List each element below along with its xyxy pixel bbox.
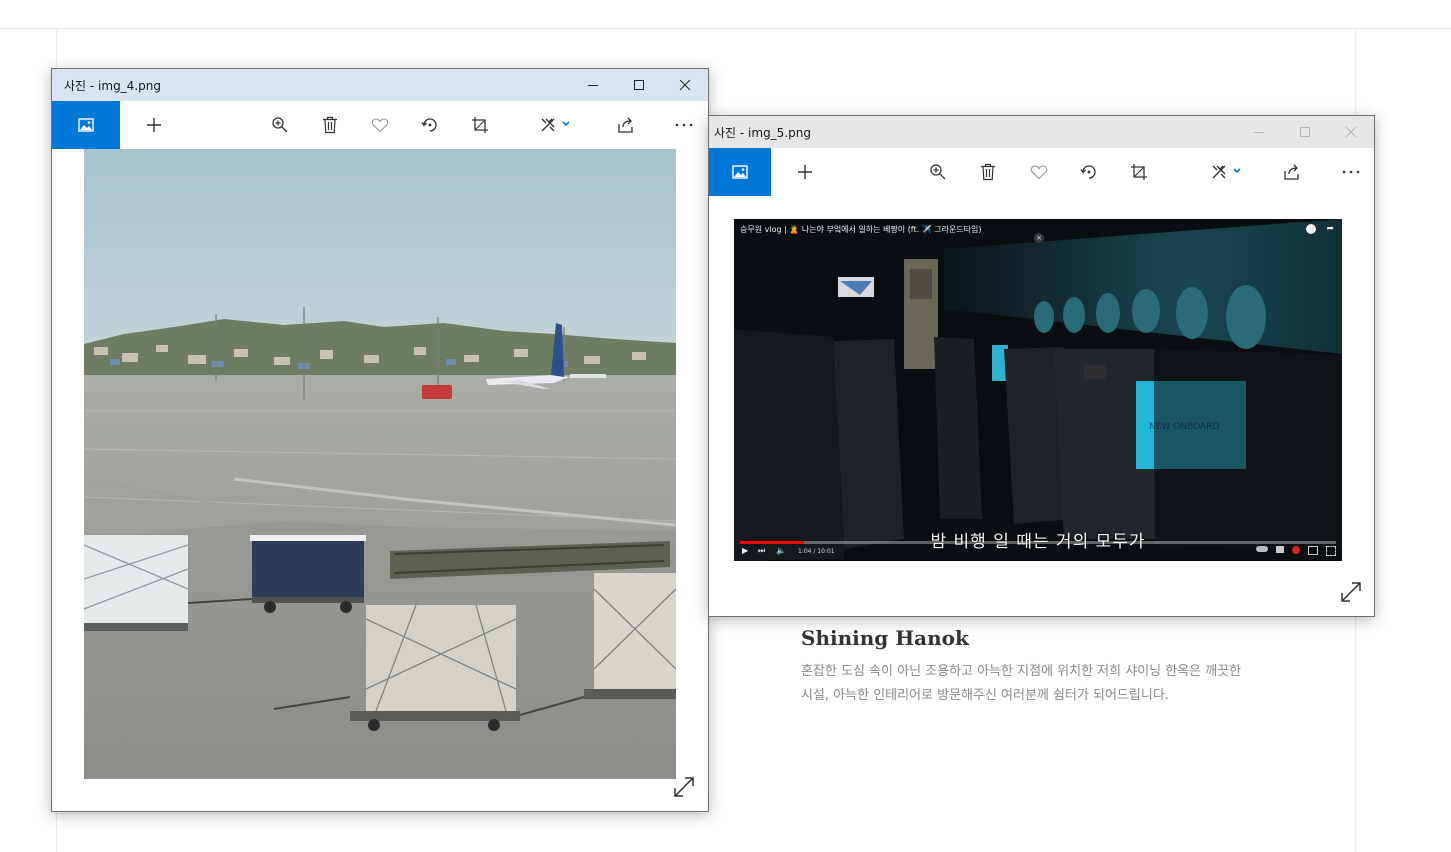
rotate-icon bbox=[421, 118, 437, 132]
delete-button[interactable] bbox=[968, 148, 1008, 196]
delete-button[interactable] bbox=[310, 101, 350, 149]
photos-home-button[interactable] bbox=[709, 148, 771, 196]
video-controls-right bbox=[1256, 546, 1336, 556]
settings-icon[interactable] bbox=[1292, 546, 1300, 554]
photos-toolbar bbox=[709, 148, 1374, 196]
rotate-icon bbox=[1080, 165, 1096, 179]
page-header-divider bbox=[0, 28, 1451, 29]
share-button[interactable] bbox=[1272, 148, 1312, 196]
maximize-button[interactable] bbox=[616, 69, 662, 101]
watch-later-icon[interactable] bbox=[1306, 224, 1316, 234]
more-icon bbox=[1342, 170, 1360, 174]
photos-window-img4[interactable]: 사진 - img_4.png bbox=[51, 68, 709, 812]
video-progress-bar[interactable] bbox=[740, 541, 1336, 544]
photos-home-button[interactable] bbox=[52, 101, 120, 149]
crop-icon bbox=[472, 117, 488, 133]
crop-button[interactable] bbox=[460, 101, 500, 149]
airport-photo bbox=[84, 149, 676, 779]
next-icon[interactable]: ⏭ bbox=[758, 546, 765, 556]
fullscreen-icon[interactable] bbox=[1326, 546, 1336, 556]
add-button[interactable] bbox=[785, 148, 825, 196]
close-icon bbox=[1345, 126, 1357, 138]
play-icon[interactable]: ▶ bbox=[742, 546, 748, 555]
more-button[interactable] bbox=[664, 101, 704, 149]
autoplay-toggle-icon[interactable] bbox=[1256, 546, 1268, 552]
video-title: 승무원 vlog | 🙎 나는야 부엌에서 일하는 베짱이 (ft. ✈️ 그라… bbox=[740, 225, 982, 234]
close-button[interactable] bbox=[1328, 116, 1374, 148]
photos-toolbar bbox=[52, 101, 708, 149]
edit-create-button[interactable] bbox=[526, 101, 586, 149]
crop-icon bbox=[1131, 164, 1147, 180]
description-line-1: 혼잡한 도심 속이 아닌 조용하고 아늑한 지점에 위치한 저희 샤이닝 한옥은… bbox=[801, 664, 1242, 679]
add-icon bbox=[147, 118, 161, 132]
favorite-button[interactable] bbox=[360, 101, 400, 149]
share-button[interactable] bbox=[606, 101, 646, 149]
edit-icon bbox=[1212, 165, 1241, 179]
crop-button[interactable] bbox=[1119, 148, 1159, 196]
video-time: 1:04 / 10:01 bbox=[798, 548, 835, 555]
add-icon bbox=[798, 165, 812, 179]
more-icon bbox=[675, 123, 693, 127]
rotate-button[interactable] bbox=[410, 101, 450, 149]
close-button[interactable] bbox=[662, 69, 708, 101]
favorite-icon bbox=[371, 118, 389, 133]
close-icon bbox=[679, 79, 691, 91]
zoom-button[interactable] bbox=[918, 148, 958, 196]
maximize-button[interactable] bbox=[1282, 116, 1328, 148]
close-overlay-icon[interactable]: × bbox=[1034, 233, 1044, 243]
minimize-icon bbox=[588, 85, 598, 86]
favorite-button[interactable] bbox=[1019, 148, 1059, 196]
captions-icon[interactable] bbox=[1276, 546, 1284, 553]
video-progress-fill bbox=[740, 541, 804, 544]
edit-icon bbox=[541, 118, 570, 132]
window-title: 사진 - img_4.png bbox=[64, 79, 161, 93]
window-title: 사진 - img_5.png bbox=[714, 126, 811, 140]
photos-home-icon bbox=[732, 165, 748, 179]
zoom-icon bbox=[272, 117, 288, 133]
maximize-icon bbox=[1300, 127, 1310, 137]
section-title: Shining Hanok bbox=[801, 626, 969, 650]
edit-create-button[interactable] bbox=[1197, 148, 1257, 196]
minimize-button[interactable] bbox=[1236, 116, 1282, 148]
fullscreen-expand-icon[interactable] bbox=[672, 775, 696, 799]
favorite-icon bbox=[1030, 165, 1048, 180]
share-icon bbox=[618, 117, 633, 133]
rotate-button[interactable] bbox=[1069, 148, 1109, 196]
volume-icon[interactable]: 🔈 bbox=[776, 546, 786, 555]
minimize-icon bbox=[1254, 132, 1264, 133]
add-button[interactable] bbox=[134, 101, 174, 149]
share-video-icon[interactable]: ➦ bbox=[1326, 224, 1334, 234]
title-bar[interactable]: 사진 - img_5.png bbox=[709, 116, 1374, 148]
more-button[interactable] bbox=[1331, 148, 1371, 196]
share-icon bbox=[1284, 164, 1299, 180]
zoom-button[interactable] bbox=[260, 101, 300, 149]
photos-window-img5[interactable]: 사진 - img_5.png 승무원 vlog | 🙎 나는야 부엌에서 일하는… bbox=[708, 115, 1375, 617]
maximize-icon bbox=[634, 80, 644, 90]
description-line-2: 시설, 아늑한 인테리어로 방문해주신 여러분께 쉼터가 되어드립니다. bbox=[801, 688, 1169, 703]
minimize-button[interactable] bbox=[570, 69, 616, 101]
video-screenshot: NEW ONBOARD 승무원 vlog | 🙎 나는야 부엌에서 일하는 베짱… bbox=[734, 219, 1342, 561]
delete-icon bbox=[323, 116, 337, 134]
title-bar[interactable]: 사진 - img_4.png bbox=[52, 69, 708, 101]
delete-icon bbox=[981, 163, 995, 181]
section-description: 혼잡한 도심 속이 아닌 조용하고 아늑한 지점에 위치한 저희 샤이닝 한옥은… bbox=[801, 660, 1281, 708]
zoom-icon bbox=[930, 164, 946, 180]
miniplayer-icon[interactable] bbox=[1308, 546, 1318, 555]
photos-home-icon bbox=[78, 118, 94, 132]
fullscreen-expand-icon[interactable] bbox=[1339, 580, 1363, 604]
